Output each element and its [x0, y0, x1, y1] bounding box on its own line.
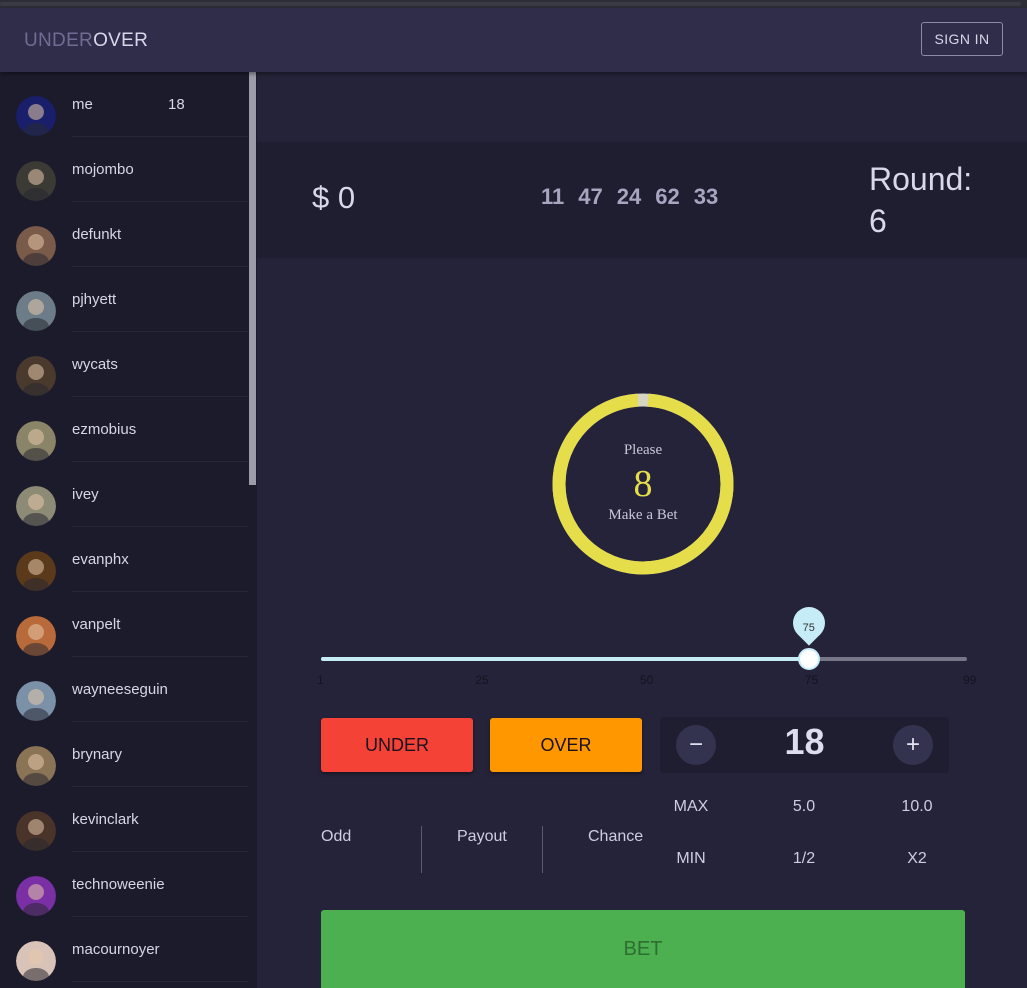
over-button[interactable]: OVER [490, 718, 642, 772]
slider-value-label: 75 [802, 622, 815, 634]
user-score: 18 [168, 96, 185, 113]
slider-tick-label: 50 [640, 673, 654, 687]
user-list-item[interactable]: ivey [0, 462, 248, 527]
balance: $ 0 [312, 180, 356, 215]
slider-tick-label: 99 [963, 673, 977, 687]
user-avatar [16, 96, 56, 136]
stats-bar: $ 0 11 47 24 62 33 Round: 6 [257, 142, 1027, 258]
game-panel: $ 0 11 47 24 62 33 Round: 6 Please 8 Make a … [257, 72, 1027, 988]
user-name: kevinclark [72, 811, 139, 828]
round-indicator: Round: 6 [869, 158, 989, 242]
increment-button[interactable]: + [893, 725, 933, 765]
under-button[interactable]: UNDER [321, 718, 473, 772]
user-name: technoweenie [72, 876, 165, 893]
timer-prompt: Please [623, 442, 663, 458]
brand-logo[interactable]: UNDEROVER [24, 30, 148, 52]
slider-tick-label: 75 [804, 673, 819, 687]
slider-tick-label: 1 [317, 673, 324, 687]
user-list-item[interactable]: defunkt [0, 202, 248, 267]
brand-suffix: OVER [93, 30, 149, 51]
scrollbar-thumb[interactable] [249, 72, 256, 485]
bet-amount-stepper: − 18 + [660, 717, 949, 773]
half-bet-button[interactable]: 1/2 [774, 850, 834, 868]
user-list-item[interactable]: mojombo [0, 137, 248, 202]
info-divider [421, 826, 422, 873]
user-name: evanphx [72, 551, 129, 568]
odd-label: Odd [321, 828, 352, 845]
bet-10-button[interactable]: 10.0 [887, 798, 947, 816]
user-name: macournoyer [72, 941, 160, 958]
user-avatar [16, 876, 56, 916]
user-avatar [16, 681, 56, 721]
round-value: 6 [869, 203, 887, 239]
brand-prefix: UNDER [24, 30, 94, 51]
app-bar: UNDEROVER SIGN IN [0, 8, 1027, 72]
history-value: 62 [655, 184, 680, 209]
user-list-item[interactable]: evanphx [0, 527, 248, 592]
target-slider[interactable]: 75 1 25 50 75 99 [317, 600, 976, 687]
user-name: pjhyett [72, 291, 117, 308]
sign-in-button[interactable]: SIGN IN [921, 22, 1003, 56]
max-bet-button[interactable]: MAX [661, 798, 721, 816]
user-name: wycats [72, 356, 118, 373]
user-avatar [16, 746, 56, 786]
user-list-item[interactable]: kevinclark [0, 787, 248, 852]
user-list-sidebar: me 18 mojombo defunkt pjhyett wycats ezmobius i… [0, 72, 257, 988]
countdown-timer: Please 8 Make a Bet [551, 392, 735, 576]
payout-label: Payout [457, 828, 507, 845]
history-value: 24 [616, 184, 642, 209]
browser-top-strip [0, 0, 1027, 8]
user-list-item[interactable]: wycats [0, 332, 248, 397]
user-avatar [16, 356, 56, 396]
user-avatar [16, 941, 56, 981]
bet-5-button[interactable]: 5.0 [774, 798, 834, 816]
user-name: ezmobius [72, 421, 137, 438]
user-avatar [16, 291, 56, 331]
timer-count: 8 [633, 463, 653, 505]
user-name: wayneeseguin [72, 681, 168, 698]
slider-tick-label: 25 [475, 673, 489, 687]
user-list-item[interactable]: me 18 [0, 72, 248, 137]
user-avatar [16, 811, 56, 851]
round-history: 11 47 24 62 33 [541, 184, 718, 210]
slider-thumb[interactable] [797, 648, 820, 670]
round-label: Round: [869, 161, 973, 197]
user-list-item[interactable]: macournoyer [0, 917, 248, 982]
timer-instruction: Make a Bet [608, 507, 678, 523]
user-avatar [16, 421, 56, 461]
user-avatar [16, 226, 56, 266]
user-list-item[interactable]: brynary [0, 722, 248, 787]
user-name: brynary [72, 746, 123, 763]
user-name: vanpelt [72, 616, 121, 633]
user-avatar [16, 486, 56, 526]
user-list-item[interactable]: pjhyett [0, 267, 248, 332]
user-name: defunkt [72, 226, 122, 243]
user-name: mojombo [72, 161, 134, 178]
bet-button[interactable]: BET [321, 910, 965, 988]
sidebar-scrollbar[interactable] [248, 72, 257, 988]
user-name: ivey [72, 486, 99, 503]
double-bet-button[interactable]: X2 [887, 850, 947, 868]
history-value: 47 [578, 184, 603, 209]
user-list-item[interactable]: ezmobius [0, 397, 248, 462]
history-value: 11 [541, 184, 565, 209]
list-divider [72, 981, 248, 982]
user-list-item[interactable]: technoweenie [0, 852, 248, 917]
user-name: me [72, 96, 93, 113]
history-value: 33 [693, 184, 719, 209]
chance-label: Chance [588, 828, 644, 845]
user-list-item[interactable]: vanpelt [0, 592, 248, 657]
user-avatar [16, 551, 56, 591]
info-divider [542, 826, 543, 873]
min-bet-button[interactable]: MIN [661, 850, 721, 868]
user-avatar [16, 616, 56, 656]
user-list-item[interactable]: wayneeseguin [0, 657, 248, 722]
user-avatar [16, 161, 56, 201]
slider-track-fill [321, 657, 809, 661]
